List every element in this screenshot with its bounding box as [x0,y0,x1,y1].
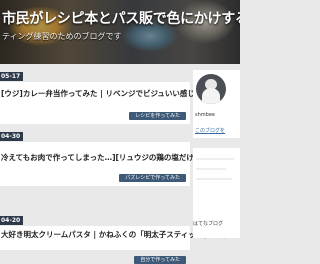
sidebar-footer-text[interactable]: はてなブログ [193,220,223,227]
post-title[interactable]: [ウジ]カレー弁当作ってみた | リベンジでビジュいい感じ [1,88,195,99]
post-date: 04-20 [0,216,24,225]
category-button[interactable]: パズレシピで作ってみた [119,174,186,182]
site-header: 市民がレシピ本とパス販で色にかけするブログ ティング練習のためのブログです [0,0,240,64]
author-name[interactable]: shmbee [195,112,215,118]
sidebar: shmbee このブログを はてなブログ [193,70,240,240]
about-blog-link[interactable]: このブログを [195,127,225,134]
post-card[interactable]: [ウジ]カレー弁当作ってみた | リベンジでビジュいい感じ レシピを作ってみた [0,82,195,124]
site-title[interactable]: 市民がレシピ本とパス販で色にかけするブログ [2,8,240,28]
post-date: 04-30 [0,132,24,141]
site-description: ティング練習のためのブログです [2,32,122,41]
avatar[interactable] [196,74,226,104]
post-card[interactable]: 冷えてもお肉で作ってしまった…][リュウジの鶏の塩だけ煮込み風 パズレシピで作っ… [0,142,224,186]
category-button[interactable]: 自分で作ってみた [134,256,186,264]
post-card[interactable]: 大好き明太クリームパスタ | かねふくの「明太子スティック」で簡 自分で作ってみ… [0,226,226,264]
post-date: 05-17 [0,72,24,81]
category-button[interactable]: レシピを作ってみた [129,112,186,120]
profile-widget: shmbee このブログを [193,70,240,138]
post-title[interactable]: 冷えてもお肉で作ってしまった…][リュウジの鶏の塩だけ煮込み風 [1,152,224,163]
